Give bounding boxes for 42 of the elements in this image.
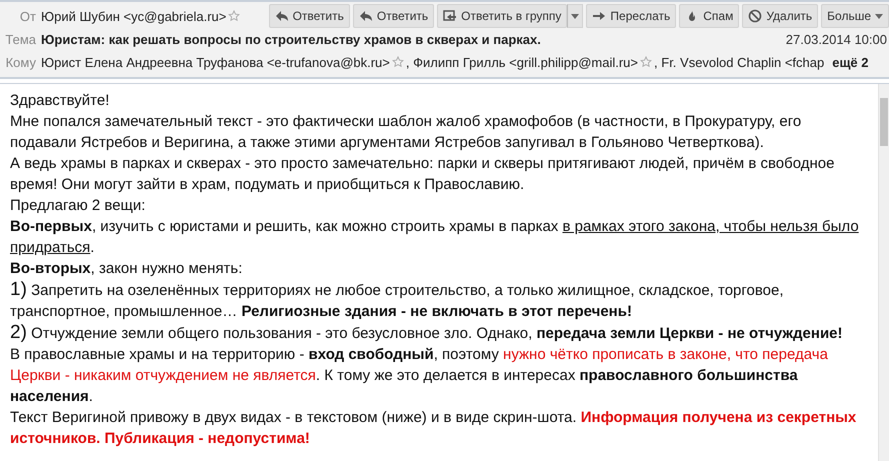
body-paragraph: Во-вторых, закон нужно менять: xyxy=(10,259,244,279)
separator-text: , xyxy=(654,54,659,70)
caret-icon xyxy=(875,14,883,18)
star-icon[interactable] xyxy=(228,10,240,22)
body-paragraph: Мне попался замечательный текст - это фактически шаблон жалоб храмофобов (в частности, в Прокуратуру, его подавали Ястребов и Веригина, а также этими аргументами Ястребов запугивал в Гольяново Четверткова). xyxy=(10,112,802,153)
body-paragraph: 1) Запретить на озеленённых территориях не любое строительство, а только жилищное, складское, торговое, транспортное, промышленное… Религиозные здания - не включать в этот перечень! xyxy=(10,279,785,322)
scrollbar-thumb[interactable] xyxy=(880,98,888,146)
delete-button[interactable]: Удалить xyxy=(742,4,818,28)
body-paragraph: Предлагаю 2 вещи: xyxy=(10,196,146,216)
body-paragraph: Текст Веригиной привожу в двух видах - в текстовом (ниже) и в виде скрин-шота. Информация получена из секретных источников. Публикация - недопустима! xyxy=(10,408,858,449)
caret-icon xyxy=(571,14,580,18)
reply-button[interactable]: Ответить xyxy=(268,4,350,28)
forward-arrow-icon xyxy=(592,9,606,23)
star-icon[interactable] xyxy=(640,56,652,68)
subject-label: Тема xyxy=(4,32,37,46)
scrollbar[interactable] xyxy=(878,84,889,461)
body-paragraph: Здравствуйте! xyxy=(10,91,110,111)
body-paragraph: Во-первых, изучить с юристами и решить, как можно строить храмы в парках в рамках этого закона, чтобы нельзя было придраться. xyxy=(10,217,860,258)
body-paragraph: В православные храмы и на территорию - вход свободный, поэтому нужно чётко прописать в законе, что передача Церкви - никаким отчуждением не является. К тому же это делается в интересах православного большинства населения. xyxy=(10,345,829,407)
recipient-address[interactable]: Fr. Vsevolod Chaplin <fchap xyxy=(661,54,824,70)
star-icon[interactable] xyxy=(392,56,404,68)
dropdown-button[interactable] xyxy=(567,4,584,28)
forward-button[interactable]: Переслать xyxy=(586,4,676,28)
reply-all-button[interactable]: Ответить в группу xyxy=(437,4,568,28)
date-text: 27.03.2014 10:00 xyxy=(786,32,888,46)
sender-address[interactable]: Юрий Шубин <yc@gabriela.ru> xyxy=(41,8,226,24)
to-label: Кому xyxy=(4,54,37,70)
spam-button[interactable]: Спам xyxy=(679,4,740,28)
body-paragraph: 2) Отчуждение земли общего пользования - это безусловное зло. Однако, передача земли Церкви - не отчуждение! xyxy=(10,322,844,344)
recipient-address[interactable]: Юрист Елена Андреевна Труфанова <e-trufanova@bk.ru> xyxy=(41,54,390,70)
ban-icon xyxy=(748,9,762,23)
reply-all-icon xyxy=(443,9,458,23)
separator-text: , xyxy=(406,54,411,70)
reply-button[interactable]: Ответить xyxy=(352,4,434,28)
reply-arrow-icon xyxy=(358,9,373,23)
body-paragraph: А ведь храмы в парках и скверах - это просто замечательно: парки и скверы притягивают людей, причём в свободное время! Они могут зайти в храм, подумать и приобщиться к Православию. xyxy=(10,154,836,195)
subject-text: Юристам: как решать вопросы по строительству храмов в скверах и парках. xyxy=(41,32,541,46)
from-label: От xyxy=(18,8,37,24)
recipient-address[interactable]: Филипп Грилль <grill.philipp@mail.ru> xyxy=(413,54,638,70)
more-recipients-link[interactable]: ещё 2 xyxy=(832,54,868,70)
more-button[interactable]: Больше xyxy=(821,4,889,28)
reply-arrow-icon xyxy=(274,9,289,23)
